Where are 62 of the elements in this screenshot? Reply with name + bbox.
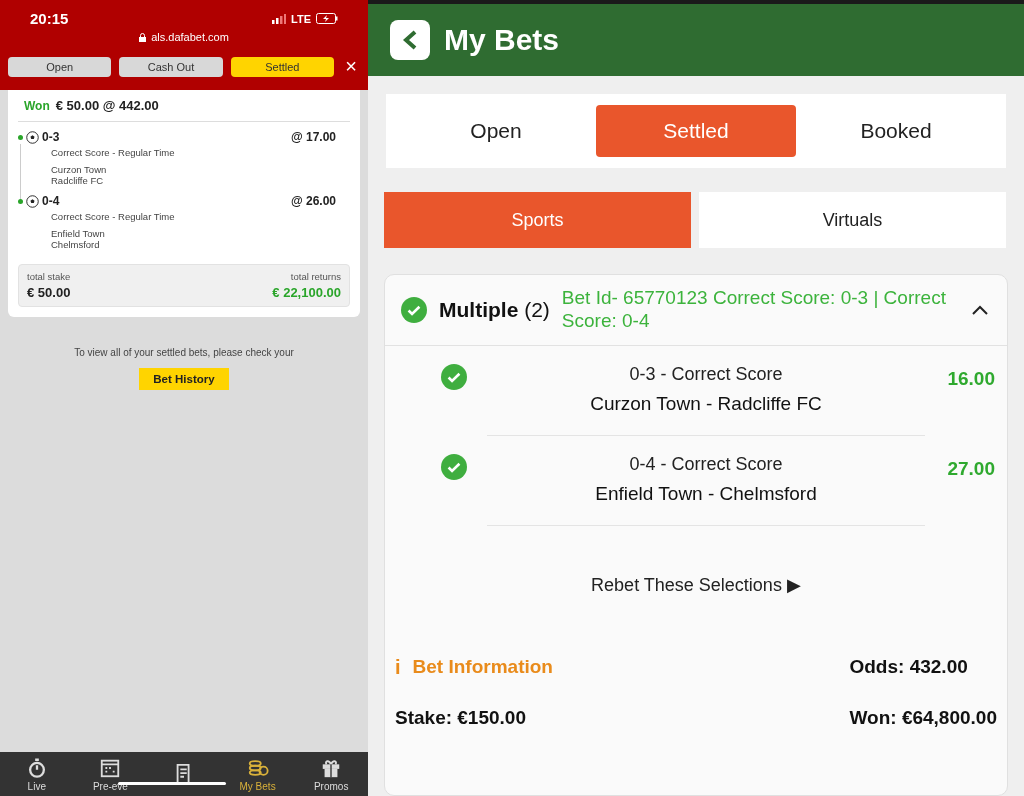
selection-event: Enfield Town - Chelmsford bbox=[595, 482, 817, 505]
bet-description: Bet Id- 65770123 Correct Score: 0-3 | Correct Score: 0-4 bbox=[561, 287, 947, 333]
selection-market: 0-3 - Correct Score bbox=[629, 363, 783, 385]
football-icon bbox=[26, 130, 39, 144]
bet-type: Multiple (2) bbox=[439, 297, 550, 322]
returns-label: total returns bbox=[289, 271, 341, 282]
history-note: To view all of your settled bets, please check your bbox=[73, 347, 295, 358]
bet-tab[interactable]: Open bbox=[396, 105, 596, 157]
away-team: Chelmsford bbox=[51, 239, 101, 250]
stake-value: € 50.00 bbox=[27, 285, 72, 300]
bet-tab[interactable]: Open bbox=[8, 56, 112, 77]
bet-summary: € 50.00 @ 442.00 bbox=[55, 98, 159, 113]
close-button[interactable]: × bbox=[342, 55, 360, 78]
leg-market: Correct Score - Regular Time bbox=[51, 211, 176, 222]
lock-icon bbox=[139, 32, 147, 42]
rebet-link[interactable]: Rebet These Selections ▶ bbox=[591, 573, 801, 596]
status-dot bbox=[18, 198, 23, 204]
returns-value: € 22,100.00 bbox=[271, 285, 341, 300]
nav-item[interactable]: Pre-eve bbox=[80, 756, 141, 792]
leg-score: 0-4 bbox=[42, 194, 61, 208]
selection-odds: 16.00 bbox=[946, 367, 995, 390]
url-text: als.dafabet.com bbox=[151, 31, 229, 43]
back-icon bbox=[402, 30, 418, 50]
football-icon bbox=[26, 194, 39, 208]
chevron-up-icon[interactable] bbox=[971, 303, 989, 316]
check-icon bbox=[441, 363, 467, 390]
status-dot bbox=[18, 134, 23, 140]
leg-score: 0-3 bbox=[42, 130, 61, 144]
odds-total: Odds: 432.00 bbox=[849, 655, 969, 679]
away-team: Radcliffe FC bbox=[51, 175, 105, 186]
leg-odds: @ 17.00 bbox=[290, 130, 336, 144]
home-team: Curzon Town bbox=[51, 164, 108, 175]
nav-item[interactable]: Promos bbox=[301, 756, 362, 792]
back-button[interactable] bbox=[390, 20, 430, 60]
selection-odds: 27.00 bbox=[946, 457, 995, 480]
bet-history-button[interactable]: Bet History bbox=[139, 368, 229, 390]
stake-total: Stake: €150.00 bbox=[395, 706, 527, 729]
check-icon bbox=[401, 296, 427, 323]
result-label: Won bbox=[24, 98, 50, 113]
bet-tab[interactable]: Cash Out bbox=[119, 56, 223, 77]
info-title: Bet Information bbox=[412, 656, 553, 679]
leg-market: Correct Score - Regular Time bbox=[51, 147, 176, 158]
nav-item[interactable]: Live bbox=[6, 756, 67, 792]
status-time: 20:15 bbox=[30, 10, 69, 27]
info-icon: i bbox=[395, 655, 401, 679]
selection-event: Curzon Town - Radcliffe FC bbox=[590, 392, 822, 415]
check-icon bbox=[441, 453, 467, 480]
network-label: LTE bbox=[291, 12, 311, 25]
nav-item[interactable]: My Bets bbox=[227, 756, 288, 792]
signal-icon bbox=[272, 13, 287, 24]
won-total: Won: €64,800.00 bbox=[849, 706, 997, 729]
leg-odds: @ 26.00 bbox=[290, 194, 336, 208]
category-tab[interactable]: Sports bbox=[384, 192, 691, 248]
category-tab[interactable]: Virtuals bbox=[699, 192, 1006, 248]
home-team: Enfield Town bbox=[51, 228, 106, 239]
page-title: My Bets bbox=[444, 23, 560, 57]
bet-tab[interactable]: Settled bbox=[596, 105, 796, 157]
battery-icon bbox=[316, 13, 338, 24]
stake-label: total stake bbox=[27, 271, 72, 282]
bet-tab[interactable]: Settled bbox=[230, 56, 334, 77]
selection-market: 0-4 - Correct Score bbox=[629, 453, 783, 475]
bet-tab[interactable]: Booked bbox=[796, 105, 996, 157]
